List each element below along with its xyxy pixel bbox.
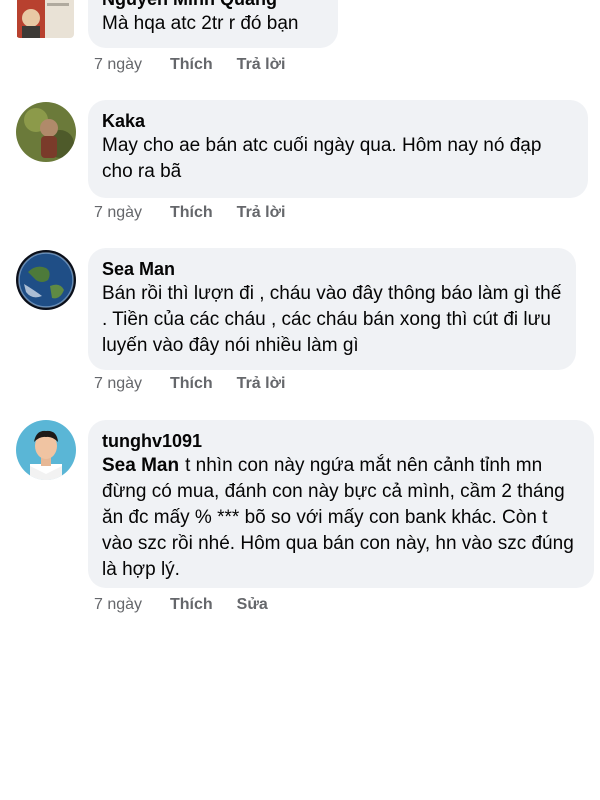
comment-actions: 7 ngày Thích Sửa [94, 596, 292, 614]
comment-author[interactable]: Sea Man [102, 257, 562, 281]
comment-author[interactable]: Kaka [102, 109, 574, 133]
comment-time[interactable]: 7 ngày [94, 375, 170, 393]
comment-actions: 7 ngày Thích Trả lời [94, 375, 309, 393]
person-portrait-icon [16, 420, 76, 480]
edit-button[interactable]: Sửa [237, 596, 268, 614]
comment-time[interactable]: 7 ngày [94, 596, 170, 614]
comment-time[interactable]: 7 ngày [94, 56, 170, 74]
comment-author[interactable]: Nguyễn Minh Quang [102, 0, 324, 11]
comment-text: May cho ae bán atc cuối ngày qua. Hôm na… [102, 135, 542, 182]
like-button[interactable]: Thích [170, 204, 213, 222]
avatar[interactable] [16, 250, 76, 310]
comment-actions: 7 ngày Thích Trả lời [94, 56, 309, 74]
comment-author[interactable]: tunghv1091 [102, 429, 580, 453]
comment-bubble: Sea Man Bán rồi thì lượn đi , cháu vào đ… [88, 248, 576, 370]
avatar-image-icon [16, 102, 76, 162]
comment-thread: Nguyễn Minh Quang Mà hqa atc 2tr r đó bạ… [0, 0, 600, 800]
comment-time[interactable]: 7 ngày [94, 204, 170, 222]
avatar[interactable] [16, 102, 76, 162]
reply-button[interactable]: Trả lời [237, 375, 286, 393]
comment-bubble: Kaka May cho ae bán atc cuối ngày qua. H… [88, 100, 588, 198]
like-button[interactable]: Thích [170, 375, 213, 393]
earth-globe-icon [16, 250, 76, 310]
reply-button[interactable]: Trả lời [237, 204, 286, 222]
mention-link[interactable]: Sea Man [102, 455, 179, 476]
like-button[interactable]: Thích [170, 596, 213, 614]
comment-text: Sea Man t nhìn con này ngứa mắt nên cảnh … [102, 453, 580, 583]
comment-actions: 7 ngày Thích Trả lời [94, 204, 309, 222]
like-button[interactable]: Thích [170, 56, 213, 74]
avatar-image-icon [17, 0, 74, 38]
comment-bubble: Nguyễn Minh Quang Mà hqa atc 2tr r đó bạ… [88, 0, 338, 48]
comment-text: Bán rồi thì lượn đi , cháu vào đây thông… [102, 283, 562, 356]
comment-text: Mà hqa atc 2tr r đó bạn [102, 13, 299, 34]
reply-button[interactable]: Trả lời [237, 56, 286, 74]
comment-bubble: tunghv1091 Sea Man t nhìn con này ngứa mắ… [88, 420, 594, 588]
avatar[interactable] [16, 420, 76, 480]
avatar[interactable] [16, 0, 74, 38]
